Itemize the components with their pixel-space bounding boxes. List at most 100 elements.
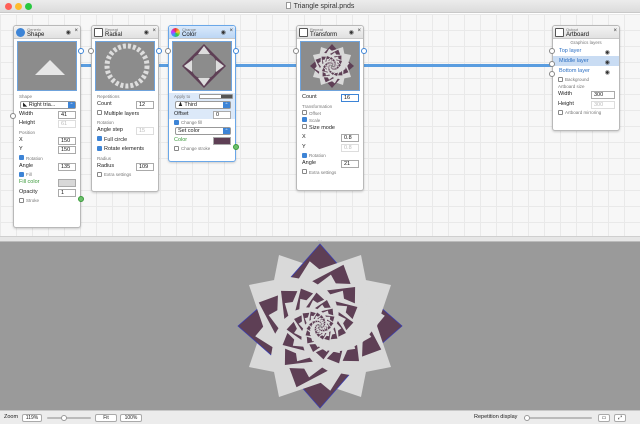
repetition-display-knob[interactable] xyxy=(524,415,530,421)
layer-port[interactable] xyxy=(549,71,555,77)
fill-toggle[interactable]: Fill xyxy=(14,171,80,178)
artboard-node[interactable]: Output Artboard × Graphics layers Top la… xyxy=(552,25,620,131)
color-well[interactable] xyxy=(213,136,231,145)
extra-settings-checkbox[interactable] xyxy=(302,169,307,174)
full-circle-checkbox[interactable] xyxy=(97,136,102,141)
y-field[interactable]: 150 xyxy=(58,146,76,154)
fill-color-well[interactable] xyxy=(58,179,76,187)
mirroring-toggle[interactable]: Artboard mirroring xyxy=(553,109,619,116)
eye-icon[interactable]: ◉ xyxy=(349,29,354,36)
radial-node[interactable]: Repeat Radial ◉ × Repetitions Count 12 Mu… xyxy=(91,25,159,192)
extra-settings-toggle[interactable]: Extra settings xyxy=(92,171,158,178)
node-header[interactable]: Generic Shape ◉ × xyxy=(14,26,80,39)
rotate-elements-checkbox[interactable] xyxy=(97,145,102,151)
width-field[interactable]: 41 xyxy=(58,110,76,119)
fill-mode-select[interactable]: Set color ⌃ xyxy=(175,127,231,135)
x-field[interactable]: 0.8 xyxy=(341,134,359,142)
full-circle-toggle[interactable]: Full circle xyxy=(92,136,158,146)
transform-node[interactable]: Repeat Transform ◉ × Count 16 Transformat… xyxy=(296,25,364,191)
distribution-select[interactable]: ♟ Third ⌃ xyxy=(175,101,231,109)
angle-step-field[interactable]: 15 xyxy=(136,127,154,135)
width-field[interactable]: 300 xyxy=(591,91,615,99)
count-field[interactable]: 12 xyxy=(136,101,154,109)
offset-field[interactable]: 0 xyxy=(213,110,231,119)
rotation-checkbox[interactable] xyxy=(19,155,24,160)
input-port[interactable] xyxy=(10,113,16,119)
eye-icon[interactable]: ◉ xyxy=(66,29,71,36)
zoom-slider-knob[interactable] xyxy=(61,415,67,421)
output-port[interactable] xyxy=(156,48,162,54)
zoom-100-button[interactable]: 100% xyxy=(120,414,142,422)
stroke-checkbox[interactable] xyxy=(19,197,24,203)
offset-toggle[interactable]: Offset xyxy=(297,110,363,117)
layer-port[interactable] xyxy=(549,61,555,67)
shape-node[interactable]: Generic Shape ◉ × Shape ◣ Right tria... ⌃… xyxy=(13,25,81,228)
x-field[interactable]: 150 xyxy=(58,136,76,145)
radius-field[interactable]: 109 xyxy=(136,162,154,171)
rotation-toggle[interactable]: Rotation xyxy=(14,155,80,162)
window-mode-icon[interactable]: ▭ xyxy=(598,414,610,422)
rotate-elements-toggle[interactable]: Rotate elements xyxy=(92,145,158,155)
connection-wire[interactable] xyxy=(234,64,298,67)
close-icon[interactable]: × xyxy=(613,28,617,34)
output-port[interactable] xyxy=(78,48,84,54)
scale-toggle[interactable]: Scale xyxy=(297,117,363,124)
fill-checkbox[interactable] xyxy=(19,171,24,177)
repetition-display-slider[interactable] xyxy=(524,415,592,421)
color-node[interactable]: Change Color ◉ × Apply to ♟ Third ⌃ Offse… xyxy=(168,25,236,162)
close-icon[interactable]: × xyxy=(229,28,233,34)
size-mode-toggle[interactable]: Size mode xyxy=(297,124,363,134)
segment-selected[interactable] xyxy=(221,95,232,98)
height-field[interactable]: 61 xyxy=(58,120,76,128)
fill-color-port[interactable] xyxy=(78,196,84,202)
rotation-checkbox[interactable] xyxy=(302,152,307,158)
eye-icon[interactable]: ◉ xyxy=(221,29,226,36)
change-fill-checkbox[interactable] xyxy=(174,119,179,125)
fit-button[interactable]: Fit xyxy=(95,414,117,422)
close-icon[interactable]: × xyxy=(74,28,78,34)
multiple-layers-checkbox[interactable] xyxy=(97,110,102,115)
mirroring-checkbox[interactable] xyxy=(558,109,563,115)
multiple-layers-toggle[interactable]: Multiple layers xyxy=(92,110,158,120)
scale-checkbox[interactable] xyxy=(302,117,307,122)
shape-type-select[interactable]: ◣ Right tria... ⌃ xyxy=(20,101,76,109)
extra-settings-checkbox[interactable] xyxy=(97,171,102,177)
layer-item[interactable]: Bottom layer ◉ xyxy=(553,66,619,76)
zoom-slider[interactable] xyxy=(47,415,91,421)
input-port[interactable] xyxy=(293,48,299,54)
change-stroke-toggle[interactable]: Change stroke xyxy=(169,145,235,152)
change-fill-toggle[interactable]: Change fill xyxy=(169,119,235,126)
angle-field[interactable]: 135 xyxy=(58,162,76,171)
change-stroke-checkbox[interactable] xyxy=(174,145,179,151)
layer-item[interactable]: Middle layer ◉ xyxy=(553,56,619,66)
apply-to-segmented-control[interactable] xyxy=(199,94,233,99)
offset-checkbox[interactable] xyxy=(302,110,307,115)
background-checkbox[interactable] xyxy=(558,76,563,82)
close-icon[interactable]: × xyxy=(152,28,156,34)
close-icon[interactable]: × xyxy=(357,28,361,34)
stroke-toggle[interactable]: Stroke xyxy=(14,197,80,204)
zoom-value-field[interactable]: 119% xyxy=(22,414,42,422)
background-toggle[interactable]: Background xyxy=(553,76,619,83)
y-field[interactable]: 0.8 xyxy=(341,143,359,152)
node-header[interactable]: Change Color ◉ × xyxy=(169,26,235,39)
size-mode-checkbox[interactable] xyxy=(302,124,307,129)
node-header[interactable]: Output Artboard × xyxy=(553,26,619,39)
output-port[interactable] xyxy=(233,48,239,54)
connection-wire[interactable] xyxy=(361,64,553,67)
height-field[interactable]: 300 xyxy=(591,100,615,109)
node-header[interactable]: Repeat Transform ◉ × xyxy=(297,26,363,39)
input-port[interactable] xyxy=(549,48,555,54)
fullscreen-icon[interactable]: ⤢ xyxy=(614,414,626,422)
extra-settings-toggle[interactable]: Extra settings xyxy=(297,169,363,176)
input-port[interactable] xyxy=(88,48,94,54)
count-field[interactable]: 16 xyxy=(341,94,359,102)
rotation-toggle[interactable]: Rotation xyxy=(297,152,363,159)
color-port[interactable] xyxy=(233,144,239,150)
output-port[interactable] xyxy=(361,48,367,54)
input-port[interactable] xyxy=(165,48,171,54)
eye-icon[interactable]: ◉ xyxy=(144,29,149,36)
node-header[interactable]: Repeat Radial ◉ × xyxy=(92,26,158,39)
layer-item[interactable]: Top layer ◉ xyxy=(553,46,619,56)
angle-field[interactable]: 21 xyxy=(341,160,359,168)
